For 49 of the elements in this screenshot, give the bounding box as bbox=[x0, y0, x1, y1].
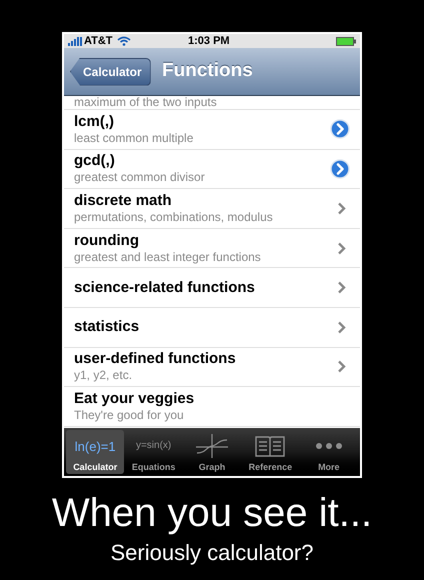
tab-item[interactable]: Graph bbox=[182, 430, 242, 474]
row-subtitle: greatest and least integer functions bbox=[74, 250, 262, 265]
list-row[interactable]: lcm(,) least common multiple bbox=[64, 110, 360, 150]
book-icon bbox=[255, 435, 286, 457]
tab-item[interactable]: ln(e)=1 Calculator bbox=[66, 430, 124, 474]
chevron-icon bbox=[337, 281, 346, 294]
list-row[interactable]: statistics bbox=[64, 308, 360, 348]
tab-icon-text: y=sin(x) bbox=[136, 441, 172, 451]
row-subtitle: least common multiple bbox=[74, 130, 194, 146]
detail-disclosure-icon[interactable] bbox=[330, 158, 350, 179]
row-subtitle: permutations, combinations, modulus bbox=[74, 210, 274, 225]
tab-item[interactable]: Reference bbox=[241, 430, 300, 474]
back-button[interactable]: Calculator bbox=[70, 58, 151, 86]
list-row[interactable]: rounding greatest and least integer functions bbox=[64, 228, 360, 268]
row-title: rounding bbox=[74, 232, 140, 250]
row-subtitle: They're good for you bbox=[74, 408, 185, 423]
tab-item[interactable]: y=sin(x) Equations bbox=[124, 430, 183, 474]
row-subtitle: y1, y2, etc. bbox=[74, 368, 134, 384]
list-row[interactable]: Eat your veggies They're good for you bbox=[64, 387, 360, 427]
caption-headline: When you see it... bbox=[52, 490, 372, 536]
tab-icon-text: ln(e)=1 bbox=[74, 440, 116, 452]
more-dots-icon bbox=[314, 442, 343, 450]
wifi-icon bbox=[116, 36, 131, 46]
row-title: Eat your veggies bbox=[74, 390, 196, 408]
nav-title: Functions bbox=[162, 59, 253, 84]
tab-item[interactable]: More bbox=[300, 430, 358, 474]
chevron-icon bbox=[337, 320, 346, 334]
row-title: gcd(,) bbox=[74, 152, 116, 170]
carrier-name: AT&T bbox=[84, 34, 113, 49]
row-subtitle: greatest common divisor bbox=[74, 170, 206, 186]
row-title: statistics bbox=[74, 318, 140, 336]
battery-icon bbox=[336, 36, 356, 46]
graph-icon bbox=[194, 433, 230, 459]
detail-disclosure-icon[interactable] bbox=[330, 119, 350, 140]
row-title: user-defined functions bbox=[74, 350, 237, 368]
list-row[interactable]: science-related functions bbox=[64, 268, 360, 308]
row-title: science-related functions bbox=[74, 278, 256, 297]
signal-icon bbox=[68, 36, 82, 46]
chevron-icon bbox=[337, 242, 346, 255]
caption-subline: Seriously calculator? bbox=[110, 540, 314, 566]
row-title: lcm(,) bbox=[74, 112, 116, 131]
chevron-icon bbox=[337, 360, 346, 374]
list-row[interactable]: user-defined functions y1, y2, etc. bbox=[64, 348, 360, 388]
status-time: 1:03 PM bbox=[188, 34, 230, 49]
list-row[interactable]: discrete math permutations, combinations, modulus bbox=[64, 189, 360, 229]
row-subtitle: maximum of the two inputs bbox=[74, 96, 217, 109]
row-title: discrete math bbox=[74, 192, 173, 210]
list-row[interactable]: gcd(,) greatest common divisor bbox=[64, 150, 360, 190]
chevron-icon bbox=[337, 202, 346, 215]
